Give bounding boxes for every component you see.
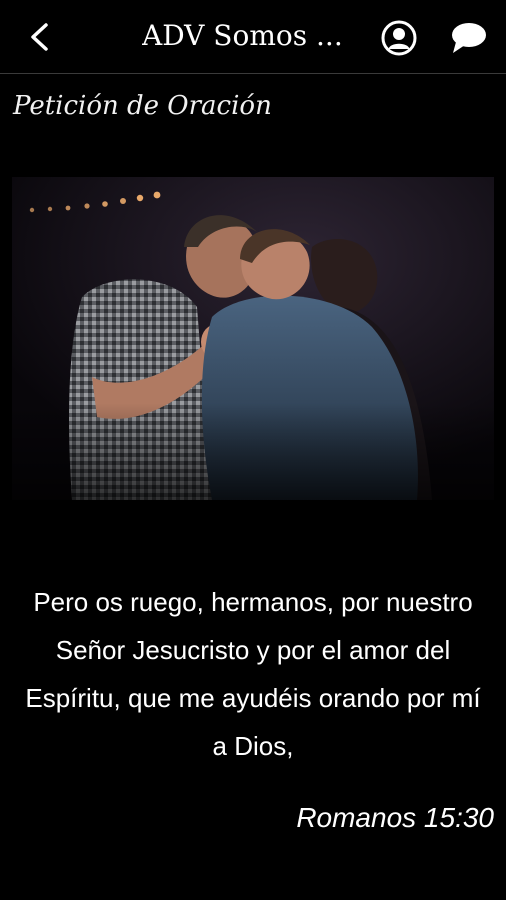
profile-button[interactable]: [380, 19, 418, 57]
hero-image: [12, 177, 494, 500]
app-title: ADV Somos ...: [142, 19, 343, 52]
page-title: Petición de Oración: [13, 91, 272, 121]
chat-button[interactable]: [449, 20, 487, 56]
user-circle-icon: [381, 20, 417, 56]
chat-bubble-icon: [452, 23, 486, 53]
back-button[interactable]: [22, 20, 56, 54]
top-app-bar: ADV Somos ...: [0, 0, 506, 74]
verse-reference: Romanos 15:30: [296, 802, 494, 833]
chevron-left-icon: [31, 23, 48, 51]
bible-verse-text: Pero os ruego, hermanos, por nuestro Señ…: [25, 587, 481, 761]
